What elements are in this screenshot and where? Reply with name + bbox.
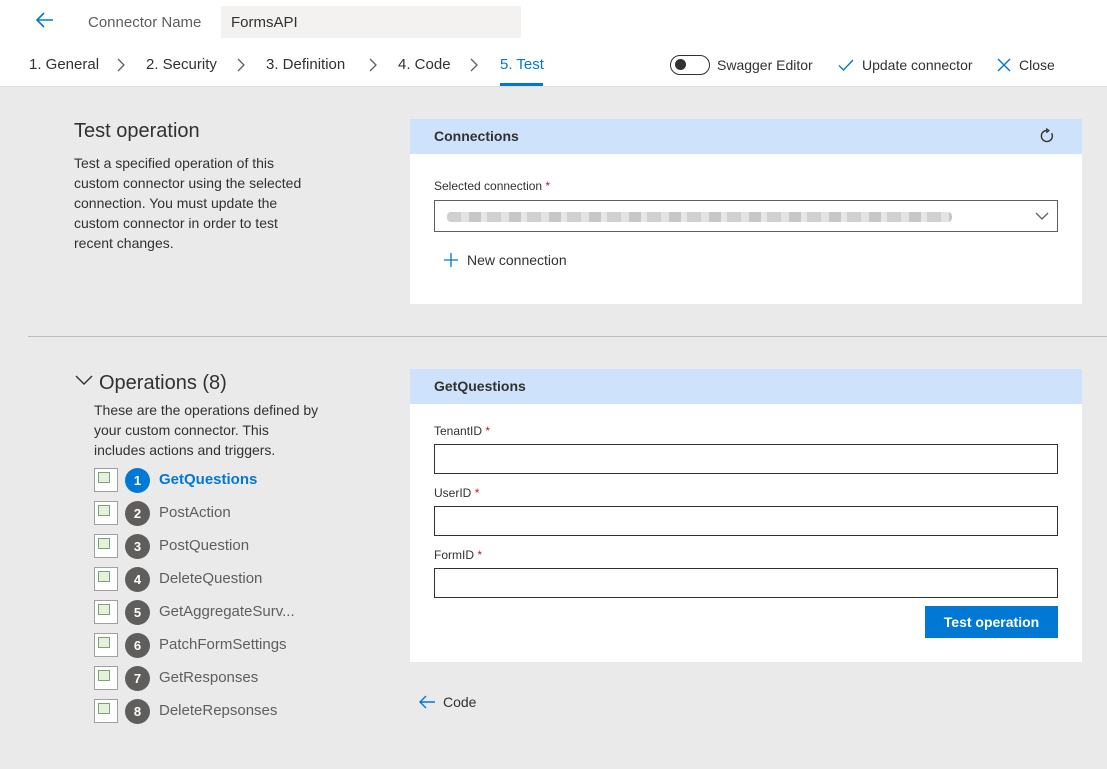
connections-card: Connections Selected connection * New co… <box>410 119 1082 304</box>
get-questions-card: GetQuestions TenantID * UserID * FormID … <box>410 369 1082 662</box>
broken-image-icon <box>94 534 118 558</box>
step-code[interactable]: 4. Code <box>398 56 451 73</box>
operation-number-badge: 7 <box>125 666 150 691</box>
header-bar: Connector Name <box>0 0 1107 43</box>
plus-icon[interactable] <box>443 252 459 268</box>
chevron-down-icon[interactable] <box>75 374 93 386</box>
operation-number-badge: 1 <box>125 468 150 493</box>
broken-image-icon <box>94 699 118 723</box>
tenant-id-label: TenantID * <box>434 424 491 438</box>
test-operation-title: Test operation <box>74 120 200 142</box>
chevron-right-icon <box>369 58 377 72</box>
update-connector-button[interactable]: Update connector <box>862 57 973 73</box>
new-connection-button[interactable]: New connection <box>467 252 567 268</box>
back-to-code-link[interactable]: Code <box>443 694 476 710</box>
operation-name: GetQuestions <box>159 471 258 488</box>
broken-image-icon <box>94 468 118 492</box>
form-id-input[interactable] <box>434 568 1058 598</box>
operation-name: PostQuestion <box>159 537 250 554</box>
operations-title[interactable]: Operations (8) <box>99 372 227 395</box>
operation-number-badge: 6 <box>125 633 150 658</box>
get-questions-header: GetQuestions <box>410 369 1082 404</box>
connector-name-input[interactable] <box>221 6 521 38</box>
toggle-knob <box>675 59 686 70</box>
close-button[interactable]: Close <box>1019 57 1055 73</box>
broken-image-icon <box>94 666 118 690</box>
operation-name: GetAggregateSurv... <box>159 603 295 620</box>
chevron-right-icon <box>237 58 245 72</box>
wizard-steps-bar: 1. General 2. Security 3. Definition 4. … <box>0 43 1107 87</box>
tenant-id-input[interactable] <box>434 444 1058 474</box>
step-general[interactable]: 1. General <box>29 56 99 73</box>
selected-connection-dropdown[interactable] <box>434 200 1058 232</box>
operation-number-badge: 8 <box>125 699 150 724</box>
chevron-right-icon <box>470 58 478 72</box>
step-definition[interactable]: 3. Definition <box>266 56 345 73</box>
operation-number-badge: 4 <box>125 567 150 592</box>
operation-number-badge: 3 <box>125 534 150 559</box>
connections-header: Connections <box>410 119 1082 154</box>
operation-name: GetResponses <box>159 669 259 686</box>
required-mark: * <box>545 179 551 193</box>
user-id-label: UserID * <box>434 486 480 500</box>
operation-number-badge: 5 <box>125 600 150 625</box>
connections-header-label: Connections <box>434 128 519 144</box>
step-security[interactable]: 2. Security <box>146 56 217 73</box>
broken-image-icon <box>94 633 118 657</box>
selected-connection-label: Selected connection * <box>434 179 551 193</box>
redacted-connection-value <box>447 212 952 222</box>
operation-name: DeleteRepsonses <box>159 702 278 719</box>
broken-image-icon <box>94 600 118 624</box>
test-operation-description: Test a specified operation of this custo… <box>74 155 302 251</box>
close-icon[interactable] <box>996 57 1012 73</box>
user-id-input[interactable] <box>434 506 1058 536</box>
swagger-editor-label[interactable]: Swagger Editor <box>717 57 813 73</box>
back-arrow-icon[interactable] <box>418 694 436 710</box>
swagger-editor-toggle[interactable] <box>670 55 710 75</box>
check-icon[interactable] <box>838 57 854 73</box>
form-id-label: FormID * <box>434 548 483 562</box>
active-step-indicator <box>500 83 543 86</box>
test-operation-button[interactable]: Test operation <box>925 606 1058 638</box>
operations-description: These are the operations defined by your… <box>94 402 319 458</box>
broken-image-icon <box>94 567 118 591</box>
section-divider <box>28 336 1107 337</box>
refresh-icon[interactable] <box>1039 128 1055 144</box>
operation-name: DeleteQuestion <box>159 570 263 587</box>
back-arrow-icon[interactable] <box>34 9 56 31</box>
broken-image-icon <box>94 501 118 525</box>
chevron-right-icon <box>117 58 125 72</box>
chevron-down-icon <box>1035 212 1049 220</box>
step-test[interactable]: 5. Test <box>500 56 544 73</box>
connector-name-label: Connector Name <box>88 14 202 31</box>
operation-number-badge: 2 <box>125 501 150 526</box>
operation-name: PatchFormSettings <box>159 636 287 653</box>
operation-name: PostAction <box>159 504 231 521</box>
